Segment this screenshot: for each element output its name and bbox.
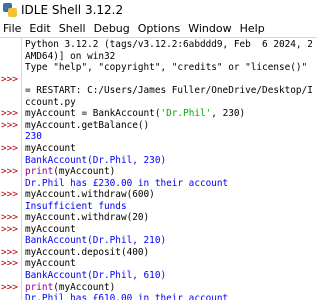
shell-line: >>> myAccount	[0, 143, 317, 155]
shell-line: >>> myAccount.withdraw(20)	[0, 212, 317, 224]
code-segment: myAccount = BankAccount(	[25, 108, 161, 120]
shell-prompt: >>>	[1, 119, 18, 131]
menu-options[interactable]: Options	[135, 22, 185, 35]
shell-line-text: myAccount	[25, 223, 76, 235]
shell-line-text: myAccount = BankAccount('Dr.Phil', 230)	[25, 108, 245, 120]
title-bar: IDLE Shell 3.12.2	[0, 0, 317, 20]
shell-line: >>> myAccount	[0, 224, 317, 236]
shell-prompt: >>>	[1, 166, 18, 178]
shell-line-text: myAccount	[25, 258, 76, 270]
shell-line-text: myAccount.withdraw(20)	[25, 212, 150, 224]
code-segment: (myAccount)	[53, 281, 116, 293]
shell-line-text: myAccount.getBalance()	[25, 119, 150, 131]
shell-line: Insufficient funds	[0, 201, 317, 213]
shell-line: ccount.py	[0, 97, 317, 109]
shell-prompt: >>>	[1, 258, 18, 270]
shell-line: BankAccount(Dr.Phil, 210)	[0, 235, 317, 247]
shell-line-text: BankAccount(Dr.Phil, 230)	[25, 154, 167, 166]
shell-text-area[interactable]: Python 3.12.2 (tags/v3.12.2:6abddd9, Feb…	[0, 37, 317, 300]
shell-line-text: Dr.Phil has £230.00 in their account	[25, 177, 229, 189]
shell-line: >>>	[0, 74, 317, 86]
shell-line-text: AMD64)] on win32	[25, 50, 116, 62]
shell-line-text: Python 3.12.2 (tags/v3.12.2:6abddd9, Feb…	[25, 39, 313, 50]
shell-line: >>> myAccount = BankAccount('Dr.Phil', 23…	[0, 108, 317, 120]
shell-line-text: myAccount.withdraw(600)	[25, 189, 155, 201]
code-segment: (myAccount)	[53, 166, 116, 178]
shell-line: = RESTART: C:/Users/James Fuller/OneDriv…	[0, 85, 317, 97]
shell-prompt: >>>	[1, 73, 18, 85]
idle-python-icon	[3, 3, 17, 17]
code-segment: , 230)	[211, 108, 246, 120]
shell-line: Type "help", "copyright", "credits" or "…	[0, 62, 317, 74]
shell-line-text: myAccount	[25, 142, 76, 154]
shell-prompt: >>>	[1, 223, 18, 235]
menu-bar: File Edit Shell Debug Options Window Hel…	[0, 20, 317, 36]
shell-line: Dr.Phil has £230.00 in their account	[0, 178, 317, 190]
shell-line: >>> myAccount.withdraw(600)	[0, 189, 317, 201]
shell-line: >>> print(myAccount)	[0, 282, 317, 294]
shell-line-text: BankAccount(Dr.Phil, 210)	[25, 235, 167, 247]
shell-line: >>> myAccount	[0, 258, 317, 270]
shell-line: >>> myAccount.getBalance()	[0, 120, 317, 132]
shell-line: >>> myAccount.deposit(400)	[0, 247, 317, 259]
shell-prompt: >>>	[1, 212, 18, 224]
menu-edit[interactable]: Edit	[26, 22, 55, 35]
shell-prompt: >>>	[1, 189, 18, 201]
shell-line: BankAccount(Dr.Phil, 610)	[0, 270, 317, 282]
shell-line: Dr.Phil has £610.00 in their account	[0, 293, 317, 300]
shell-line-text: = RESTART: C:/Users/James Fuller/OneDriv…	[25, 85, 313, 97]
shell-line-text: 230	[25, 131, 42, 143]
shell-line: AMD64)] on win32	[0, 51, 317, 63]
shell-line: 230	[0, 131, 317, 143]
shell-line-text: BankAccount(Dr.Phil, 610)	[25, 270, 167, 281]
menu-file[interactable]: File	[0, 22, 26, 35]
shell-line-text: ccount.py	[25, 96, 76, 108]
shell-line-text: Type "help", "copyright", "credits" or "…	[25, 62, 308, 74]
shell-line: BankAccount(Dr.Phil, 230)	[0, 155, 317, 167]
shell-line-text: print(myAccount)	[25, 166, 115, 178]
shell-line: Python 3.12.2 (tags/v3.12.2:6abddd9, Feb…	[0, 39, 317, 51]
shell-line-text: myAccount.deposit(400)	[25, 246, 150, 258]
builtin-keyword: print	[25, 166, 54, 178]
shell-line-text: Dr.Phil has £610.00 in their account	[25, 293, 229, 300]
shell-prompt: >>>	[1, 142, 18, 154]
shell-prompt: >>>	[1, 281, 18, 293]
menu-debug[interactable]: Debug	[91, 22, 135, 35]
menu-window[interactable]: Window	[185, 22, 236, 35]
menu-help[interactable]: Help	[237, 22, 270, 35]
shell-line-text: Insufficient funds	[25, 200, 127, 212]
window-title: IDLE Shell 3.12.2	[21, 3, 124, 17]
builtin-keyword: print	[25, 281, 54, 293]
shell-line: >>> print(myAccount)	[0, 166, 317, 178]
shell-prompt: >>>	[1, 108, 18, 120]
shell-prompt: >>>	[1, 246, 18, 258]
menu-shell[interactable]: Shell	[56, 22, 91, 35]
string-literal: 'Dr.Phil'	[160, 108, 212, 120]
shell-line-text: print(myAccount)	[25, 282, 115, 294]
